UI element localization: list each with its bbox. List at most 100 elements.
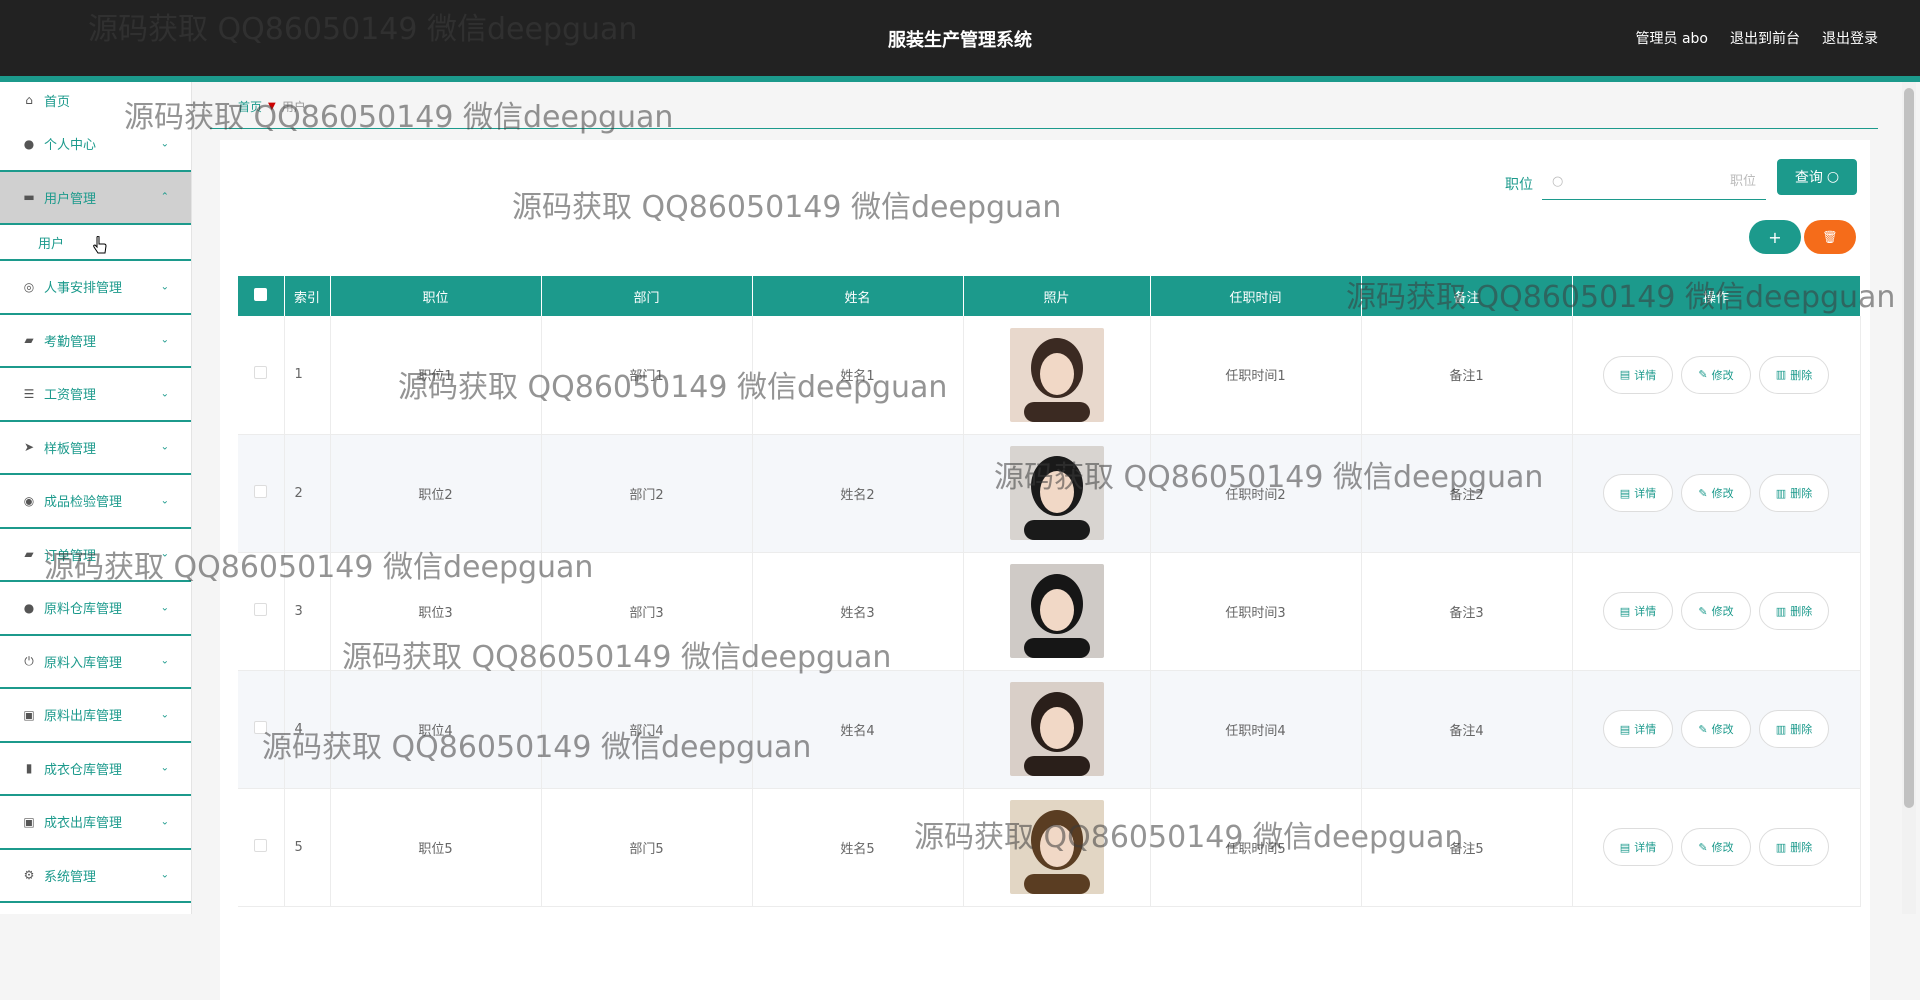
sidebar-item-hr-arrangement[interactable]: ◎ 人事安排管理 ⌄	[0, 261, 191, 315]
chevron-down-icon: ⌄	[160, 334, 169, 346]
breadcrumb-home[interactable]: 首页	[238, 98, 262, 115]
person-icon: ●	[23, 600, 35, 615]
chevron-down-icon: ⌄	[160, 388, 169, 400]
sidebar-item-label: 原料出库管理	[44, 709, 123, 725]
row-checkbox[interactable]	[254, 366, 268, 380]
chevron-down-icon: ⌄	[160, 709, 169, 721]
detail-button[interactable]: ▤ 详情	[1603, 474, 1673, 512]
position-search-input[interactable]	[1569, 174, 1756, 189]
column-header: 操作	[1572, 276, 1861, 316]
row-checkbox[interactable]	[254, 838, 268, 852]
cell-tenure: 任职时间2	[1150, 434, 1362, 553]
sidebar-item-inspection[interactable]: ◉ 成品检验管理 ⌄	[0, 475, 191, 529]
edit-button[interactable]: ✎ 修改	[1681, 355, 1751, 394]
sidebar-item-label: 人事安排管理	[44, 281, 123, 297]
settings-icon: ⚙	[23, 868, 35, 883]
detail-button[interactable]: ▤ 详情	[1603, 355, 1673, 394]
sidebar-item-raw-outbound[interactable]: ▣ 原料出库管理 ⌄	[0, 689, 191, 743]
logout-link[interactable]: 退出登录	[1822, 28, 1878, 48]
cell-department: 部门2	[541, 434, 753, 553]
row-checkbox[interactable]	[254, 602, 268, 616]
person-photo[interactable]	[1009, 446, 1104, 540]
detail-button-label: 详情	[1634, 841, 1657, 854]
row-select-cell[interactable]	[238, 552, 285, 671]
person-photo[interactable]	[1009, 682, 1104, 776]
delete-button[interactable]: ▥ 删除	[1759, 592, 1829, 630]
sidebar-item-label: 用户管理	[44, 191, 97, 207]
detail-button[interactable]: ▤ 详情	[1603, 710, 1673, 748]
add-button[interactable]: +	[1749, 220, 1801, 254]
row-checkbox[interactable]	[254, 720, 268, 734]
select-all-cell[interactable]	[238, 276, 285, 316]
person-photo[interactable]	[1009, 327, 1104, 422]
delete-button-label: 删除	[1790, 487, 1813, 500]
clipboard-icon: ▣	[23, 707, 35, 722]
table-row: 5 职位5 部门5 姓名5 任职时间5 备注5 ▤ 详情 ✎ 修改 ▥ 删除	[238, 788, 1861, 907]
sidebar-item-sample[interactable]: ➤ 样板管理 ⌄	[0, 421, 191, 475]
cell-tenure: 任职时间3	[1150, 552, 1362, 671]
row-checkbox[interactable]	[254, 484, 268, 498]
search-label: 职位	[1505, 177, 1533, 193]
detail-button[interactable]: ▤ 详情	[1603, 592, 1673, 630]
content-panel: 职位 ○ 查询 ○ + 🗑 索引 职位 部门 姓名	[220, 140, 1870, 1000]
sidebar-item-home[interactable]: ⌂ 首页	[0, 82, 191, 118]
list-icon: ☰	[23, 386, 35, 401]
row-select-cell[interactable]	[238, 670, 285, 789]
detail-button[interactable]: ▤ 详情	[1603, 828, 1673, 866]
person-photo[interactable]	[1009, 564, 1104, 658]
cell-index: 5	[284, 788, 331, 907]
header-accent-strip	[0, 76, 1920, 82]
clipboard-icon: ▣	[23, 814, 35, 829]
cell-note: 备注5	[1361, 788, 1573, 907]
sidebar-item-raw-warehouse[interactable]: ● 原料仓库管理 ⌄	[0, 582, 191, 636]
pencil-icon: ✎	[1698, 604, 1708, 618]
cell-department: 部门3	[541, 552, 753, 671]
delete-button[interactable]: ▥ 删除	[1759, 828, 1829, 866]
table-row: 2 职位2 部门2 姓名2 任职时间2 备注2 ▤ 详情 ✎ 修改 ▥ 删除	[238, 434, 1861, 553]
edit-button[interactable]: ✎ 修改	[1681, 828, 1751, 866]
cell-index: 2	[284, 434, 331, 553]
sidebar-item-attendance[interactable]: ▰ 考勤管理 ⌄	[0, 314, 191, 368]
chevron-up-icon: ⌃	[160, 191, 169, 203]
admin-user-label[interactable]: 管理员 abo	[1636, 28, 1708, 48]
document-icon: ▤	[1619, 604, 1631, 618]
row-select-cell[interactable]	[238, 788, 285, 907]
batch-delete-button[interactable]: 🗑	[1804, 220, 1856, 254]
row-select-cell[interactable]	[238, 434, 285, 553]
cell-name: 姓名1	[752, 316, 964, 435]
person-photo[interactable]	[1009, 800, 1104, 894]
column-header: 部门	[541, 276, 753, 316]
sidebar-item-system[interactable]: ⚙ 系统管理 ⌄	[0, 849, 191, 903]
delete-button[interactable]: ▥ 删除	[1759, 355, 1829, 394]
home-icon: ⌂	[25, 93, 33, 107]
breadcrumb: 首页 ▼ 用户	[238, 98, 306, 115]
query-button[interactable]: 查询 ○	[1777, 159, 1857, 195]
sidebar-item-label: 原料仓库管理	[44, 602, 123, 618]
delete-button[interactable]: ▥ 删除	[1759, 474, 1829, 512]
send-icon: ➤	[23, 440, 35, 455]
row-select-cell[interactable]	[238, 316, 285, 435]
sidebar-item-garment-outbound[interactable]: ▣ 成衣出库管理 ⌄	[0, 796, 191, 850]
scrollbar-thumb[interactable]	[1904, 88, 1914, 808]
cell-index: 1	[284, 316, 331, 435]
table-header-row: 索引 职位 部门 姓名 照片 任职时间 备注 操作	[238, 276, 1861, 316]
edit-button[interactable]: ✎ 修改	[1681, 592, 1751, 630]
sidebar-item-salary[interactable]: ☰ 工资管理 ⌄	[0, 368, 191, 422]
cell-tenure: 任职时间5	[1150, 788, 1362, 907]
edit-button[interactable]: ✎ 修改	[1681, 474, 1751, 512]
sidebar-item-personal-center[interactable]: ● 个人中心 ⌄	[0, 118, 191, 172]
sidebar-item-garment-warehouse[interactable]: ▮ 成衣仓库管理 ⌄	[0, 742, 191, 796]
exit-to-front-link[interactable]: 退出到前台	[1730, 28, 1800, 48]
delete-button[interactable]: ▥ 删除	[1759, 710, 1829, 748]
page-scrollbar[interactable]	[1902, 82, 1916, 914]
edit-button[interactable]: ✎ 修改	[1681, 710, 1751, 748]
sidebar-item-raw-inbound[interactable]: ⏻ 原料入库管理 ⌄	[0, 635, 191, 689]
chat-icon: ▰	[24, 333, 34, 348]
sidebar-item-orders[interactable]: ▰ 订单管理 ⌄	[0, 528, 191, 582]
select-all-checkbox[interactable]	[254, 287, 268, 301]
hand-cursor-icon	[93, 236, 107, 254]
search-field[interactable]: ○	[1542, 164, 1766, 200]
document-icon: ▤	[1619, 722, 1631, 736]
cell-actions: ▤ 详情 ✎ 修改 ▥ 删除	[1572, 670, 1861, 789]
sidebar-item-user-management[interactable]: ▬ 用户管理 ⌃	[0, 171, 191, 225]
